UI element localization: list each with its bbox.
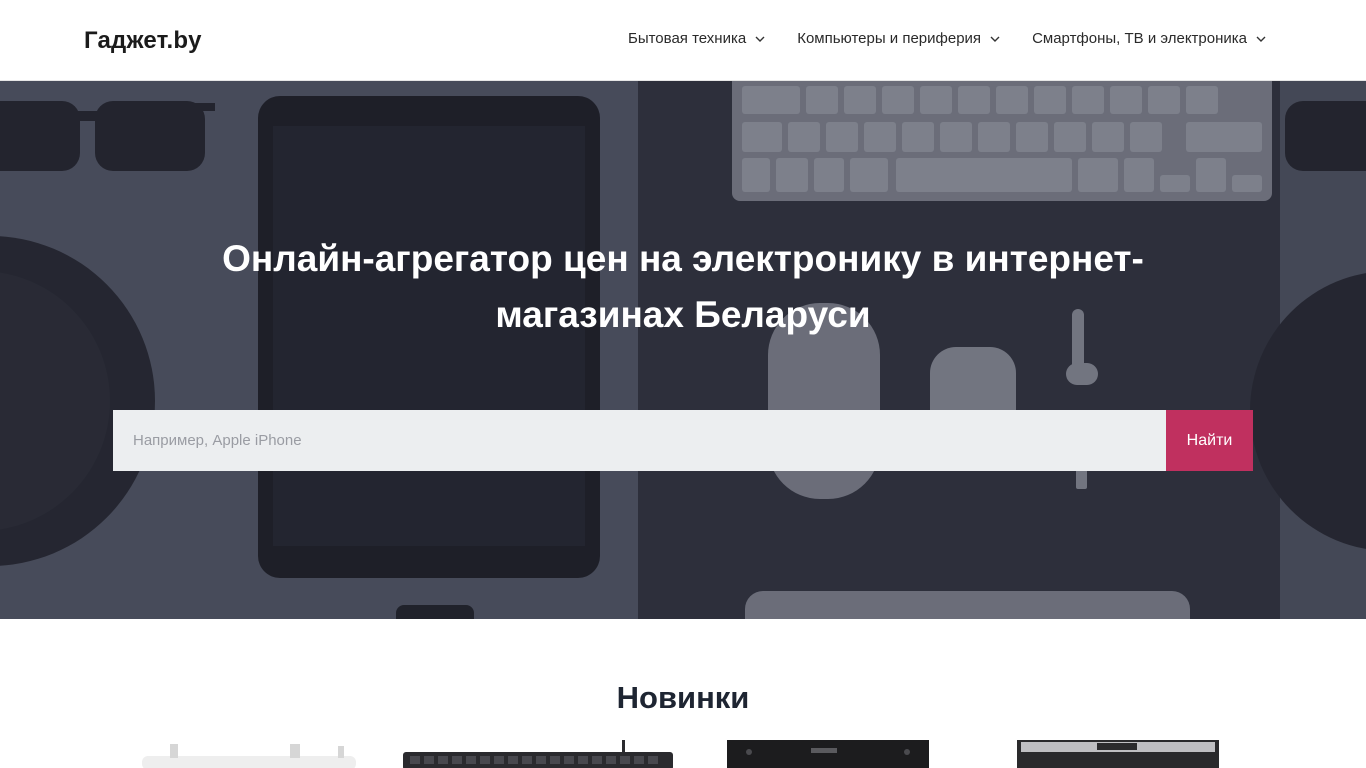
product-image-oven-steel[interactable] <box>1017 736 1219 768</box>
hero-banner: Онлайн-агрегатор цен на электронику в ин… <box>0 81 1366 619</box>
search-input[interactable] <box>113 410 1166 471</box>
section-title-new: Новинки <box>616 680 750 715</box>
chevron-down-icon <box>989 33 1001 45</box>
product-image-appliance[interactable] <box>140 736 358 768</box>
nav-item-label: Компьютеры и периферия <box>797 30 982 47</box>
product-grid <box>0 736 1366 768</box>
site-header: Гаджет.by Бытовая техника Компьютеры и п… <box>0 0 1366 81</box>
hero-background-image <box>0 81 1366 619</box>
nav-item-computers[interactable]: Компьютеры и периферия <box>797 30 1001 47</box>
nav-item-label: Смартфоны, ТВ и электроника <box>1032 30 1247 47</box>
hero-title: Онлайн-агрегатор цен на электронику в ин… <box>222 238 1144 335</box>
product-image-keyboard[interactable] <box>402 736 674 768</box>
nav-item-label: Бытовая техника <box>627 30 747 47</box>
search-form: Найти <box>113 410 1253 471</box>
site-logo[interactable]: Гаджет.by <box>84 27 202 55</box>
chevron-down-icon <box>754 33 766 45</box>
product-image-oven[interactable] <box>727 736 929 768</box>
main-nav: Бытовая техника Компьютеры и периферия С… <box>628 30 1267 47</box>
search-button[interactable]: Найти <box>1166 410 1253 471</box>
chevron-down-icon <box>1255 33 1267 45</box>
nav-item-smartphones[interactable]: Смартфоны, ТВ и электроника <box>1032 30 1267 47</box>
nav-item-appliances[interactable]: Бытовая техника <box>628 30 766 47</box>
